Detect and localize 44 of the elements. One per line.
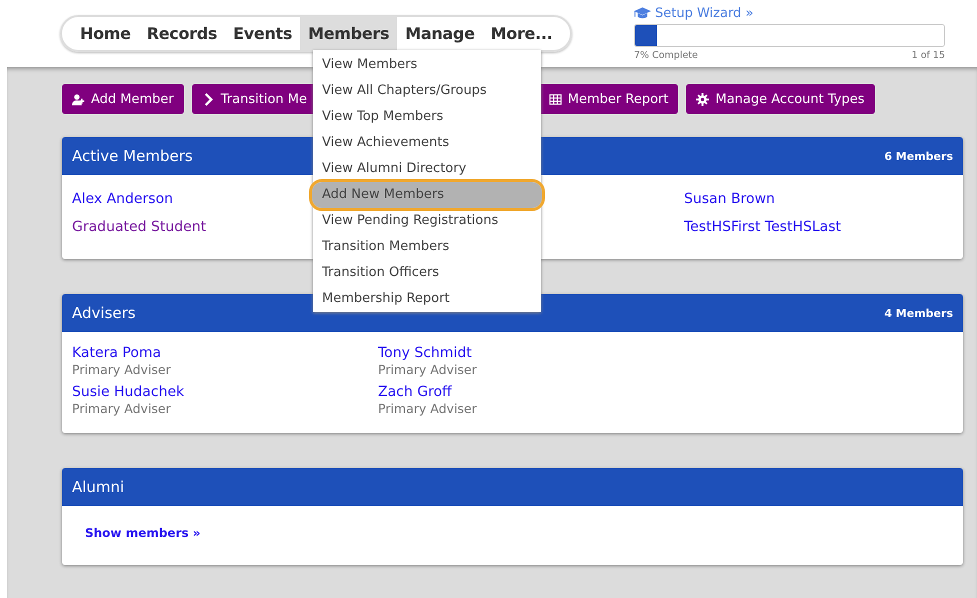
panel-title: Alumni bbox=[72, 478, 124, 496]
menu-item[interactable]: Transition Officers bbox=[312, 260, 542, 286]
adviser-link[interactable]: Tony Schmidt bbox=[378, 345, 472, 362]
graduation-cap-icon bbox=[634, 7, 651, 20]
show-members-link[interactable]: Show members » bbox=[85, 526, 201, 540]
menu-item[interactable]: Membership Report bbox=[312, 286, 542, 312]
menu-item[interactable]: View Pending Registrations bbox=[312, 208, 542, 234]
menu-item[interactable]: Transition Members bbox=[312, 234, 542, 260]
menu-item[interactable]: View Achievements bbox=[312, 130, 542, 156]
user-plus-icon bbox=[72, 92, 85, 106]
toolbar-button[interactable]: Transition Me bbox=[192, 84, 316, 114]
nav-tab[interactable]: Home bbox=[72, 17, 139, 50]
adviser-role: Primary Adviser bbox=[378, 401, 477, 417]
menu-item[interactable]: Add New Members bbox=[312, 182, 542, 208]
menu-item[interactable]: View Members bbox=[312, 52, 542, 78]
toolbar-button[interactable]: Member Report bbox=[538, 84, 678, 114]
nav-tab[interactable]: More... bbox=[482, 17, 560, 50]
progress-label: 7% Complete bbox=[634, 50, 698, 61]
settings-icon bbox=[696, 92, 710, 106]
member-count: 6 Members bbox=[884, 150, 953, 162]
adviser-link[interactable]: Susie Hudachek bbox=[72, 384, 184, 401]
member-link[interactable]: Susan Brown bbox=[684, 185, 775, 213]
nav-tab[interactable]: Manage bbox=[397, 17, 483, 50]
panel-title: Advisers bbox=[72, 304, 136, 322]
member-link[interactable]: TestHSFirst TestHSLast bbox=[684, 213, 842, 241]
step-count: 1 of 15 bbox=[912, 50, 945, 61]
member-link[interactable]: Graduated Student bbox=[72, 213, 206, 241]
adviser-role: Primary Adviser bbox=[72, 401, 171, 417]
adviser-link[interactable]: Katera Poma bbox=[72, 345, 162, 362]
panel-title: Active Members bbox=[72, 147, 193, 165]
nav-tab[interactable]: Records bbox=[138, 17, 226, 50]
nav-tab[interactable]: Events bbox=[225, 17, 300, 50]
menu-item[interactable]: View Alumni Directory bbox=[312, 156, 542, 182]
toolbar-button[interactable]: Manage Account Types bbox=[686, 84, 875, 114]
nav-tab[interactable]: Members bbox=[300, 17, 398, 50]
toolbar-button[interactable]: Add Member bbox=[62, 84, 184, 114]
setup-wizard-link[interactable]: Setup Wizard » bbox=[634, 6, 754, 21]
setup-wizard-text: Setup Wizard » bbox=[655, 6, 754, 21]
adviser-role: Primary Adviser bbox=[378, 362, 477, 378]
table-icon bbox=[548, 92, 562, 106]
adviser-role: Primary Adviser bbox=[72, 362, 171, 378]
member-link[interactable]: Alex Anderson bbox=[72, 185, 174, 213]
member-count: 4 Members bbox=[884, 306, 953, 320]
adviser-link[interactable]: Zach Groff bbox=[378, 384, 452, 401]
